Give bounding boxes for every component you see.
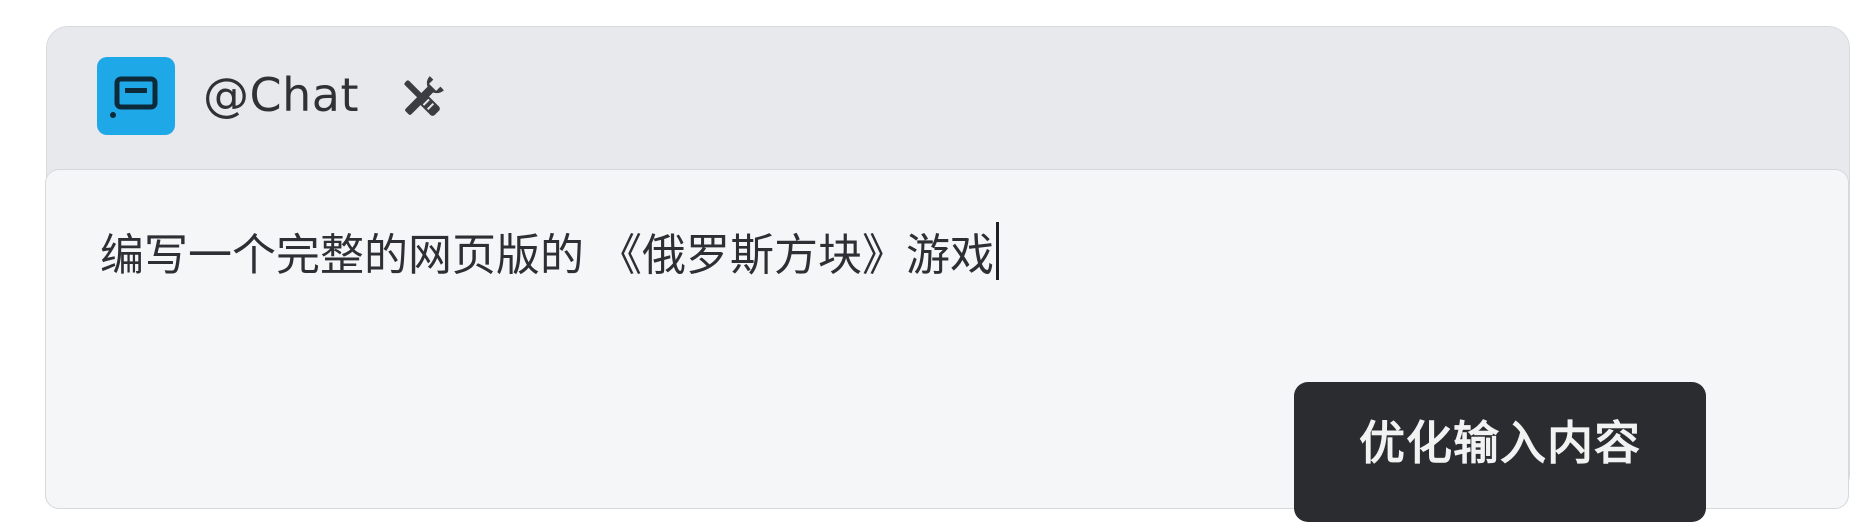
chat-input-area[interactable]: 编写一个完整的网页版的 《俄罗斯方块》游戏 优化输入内容 xyxy=(45,169,1849,522)
tooltip-label: 优化输入内容 xyxy=(1359,416,1641,470)
optimize-input-tooltip: 优化输入内容 xyxy=(1294,382,1706,522)
chat-panel: @Chat 编写一个完整的网页版的 《俄罗斯方块》游戏 优化输入内容 xyxy=(45,26,1850,522)
chat-input-value: 编写一个完整的网页版的 《俄罗斯方块》游戏 xyxy=(100,230,994,281)
tools-icon[interactable] xyxy=(395,71,449,125)
chat-input-field[interactable]: 编写一个完整的网页版的 《俄罗斯方块》游戏 xyxy=(100,222,999,289)
chat-header: @Chat xyxy=(47,27,1849,169)
chat-title: @Chat xyxy=(203,68,359,122)
chat-bubble-icon[interactable] xyxy=(97,57,175,135)
text-caret xyxy=(996,222,999,280)
